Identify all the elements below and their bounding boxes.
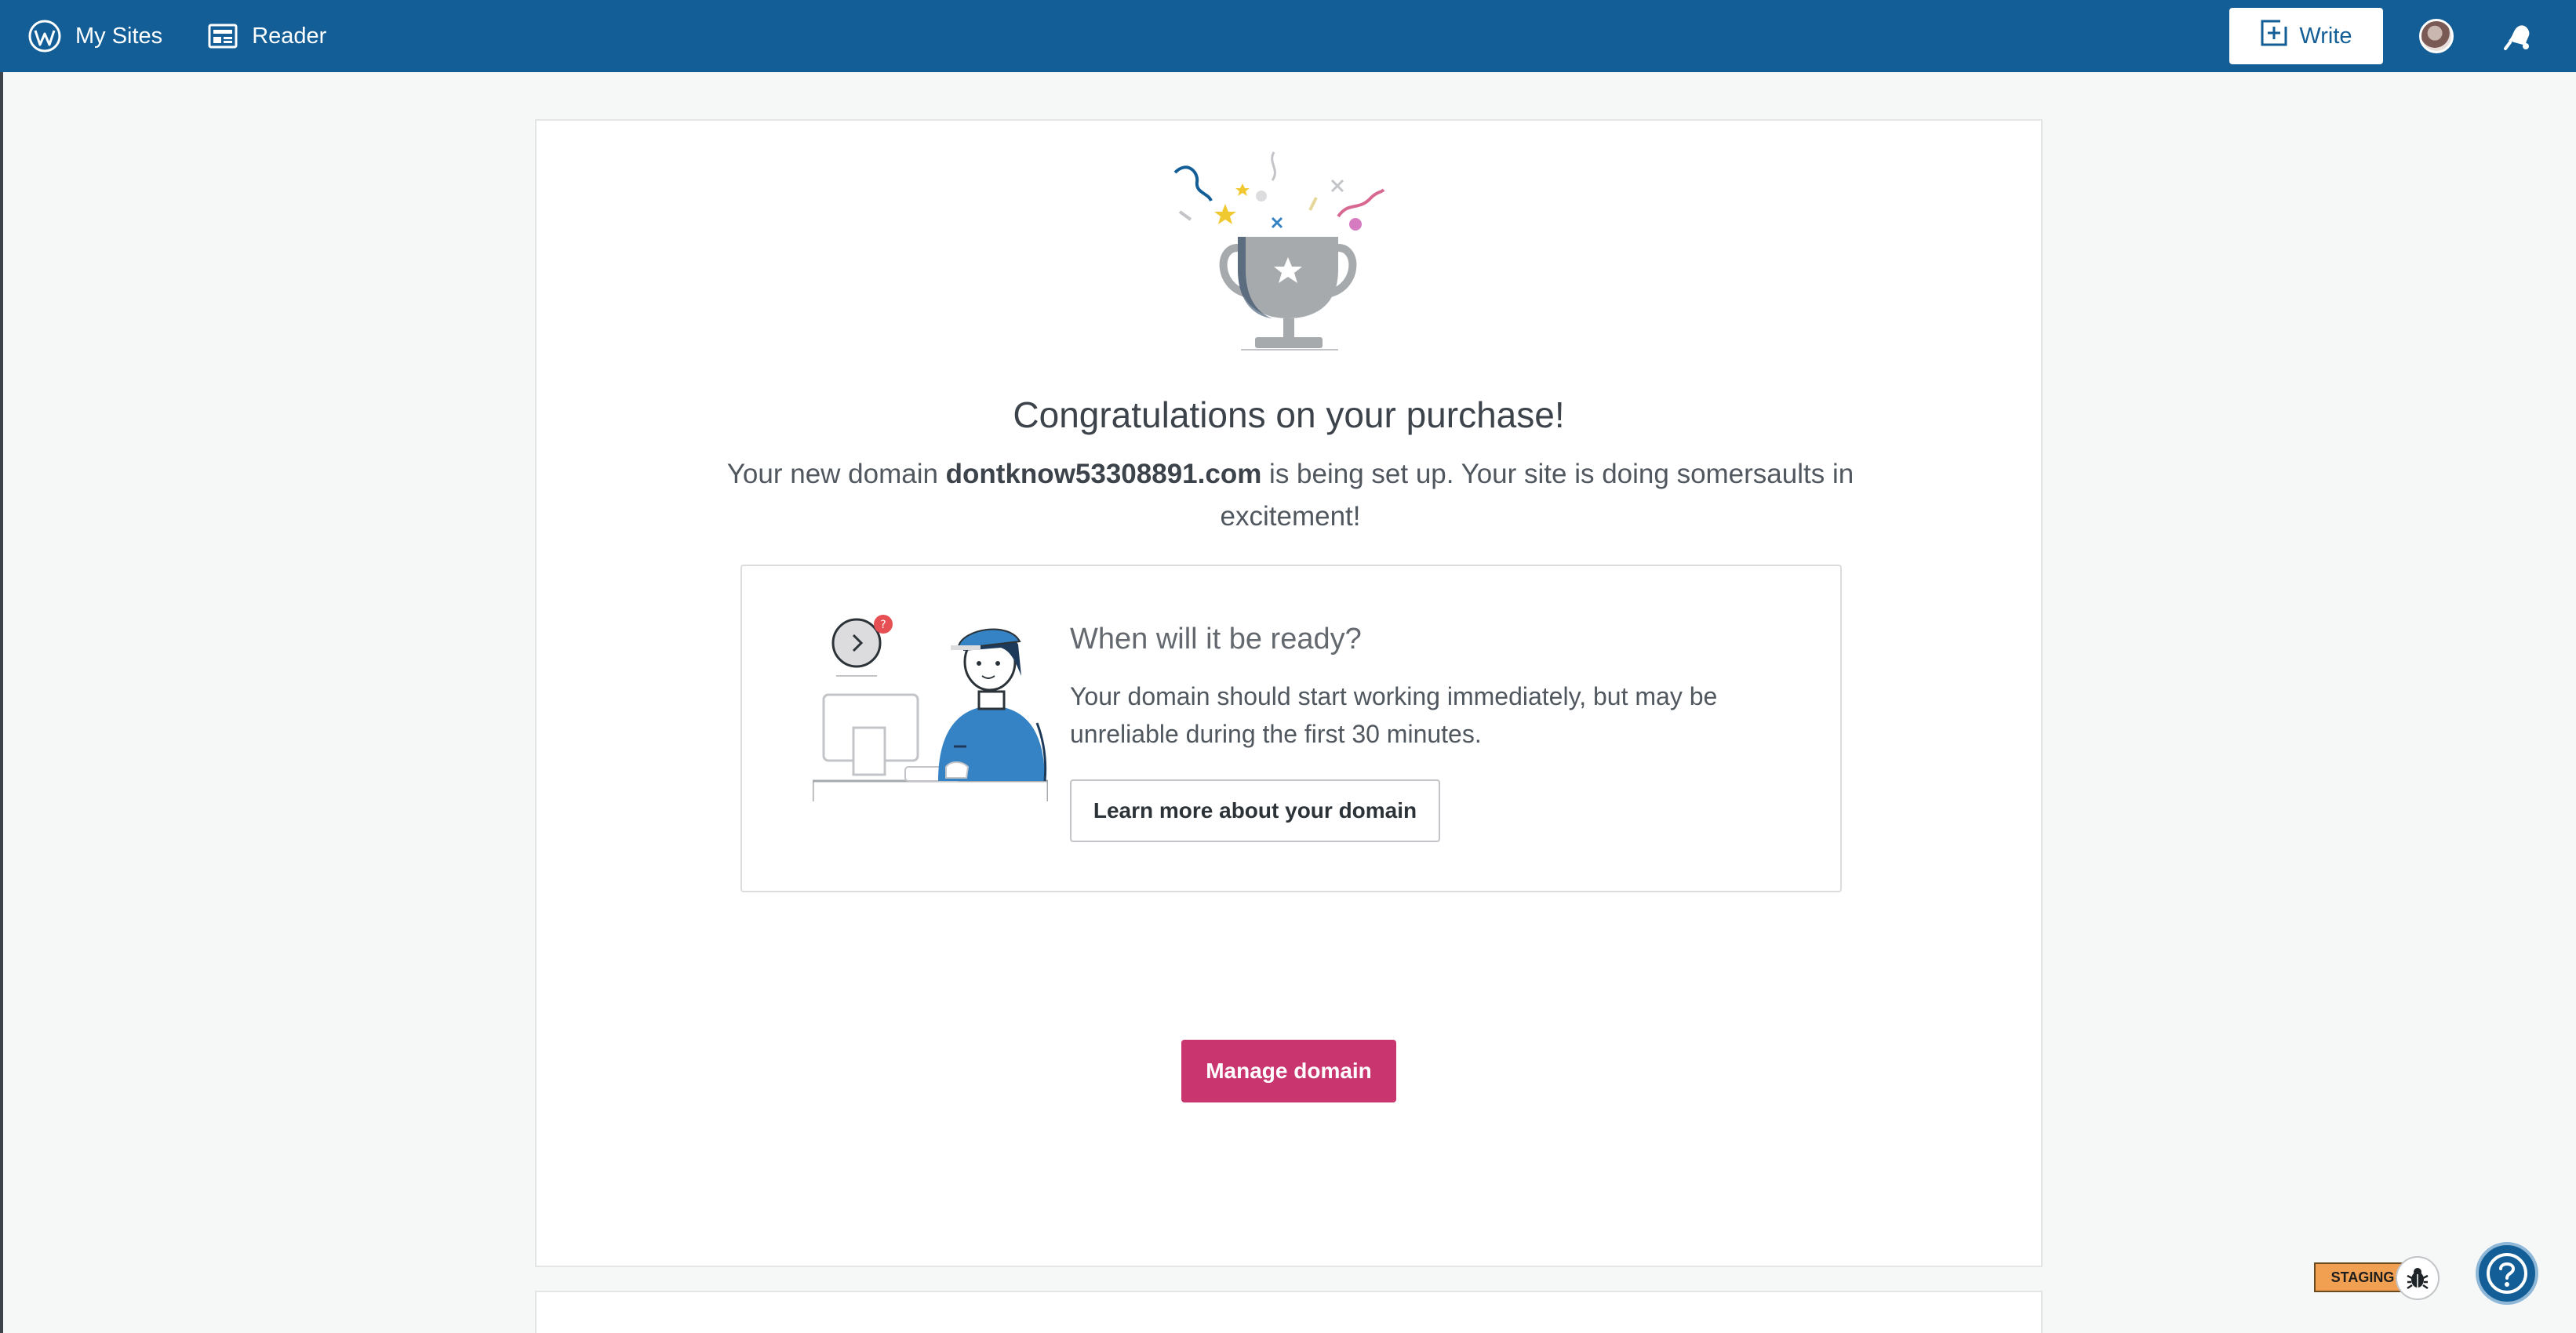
wordpress-icon: [28, 20, 61, 53]
trophy-illustration: [1173, 151, 1385, 351]
page-title: Congratulations on your purchase!: [1013, 394, 1565, 435]
purchase-subtitle: Your new domain dontknow53308891.com is …: [708, 453, 1873, 538]
bug-icon[interactable]: [2396, 1256, 2440, 1300]
learn-more-button[interactable]: Learn more about your domain: [1070, 779, 1440, 842]
window-frame-edge: [0, 72, 3, 1333]
ready-title: When will it be ready?: [1070, 623, 1362, 656]
write-button[interactable]: Write: [2229, 8, 2383, 64]
purchase-confirmation-card: Congratulations on your purchase! Your n…: [535, 119, 2043, 1267]
ready-description: Your domain should start working immedia…: [1070, 682, 1718, 748]
notifications-bell-icon[interactable]: [2502, 20, 2534, 52]
subtitle-suffix: is being set up. Your site is doing some…: [1220, 459, 1854, 532]
reader-link[interactable]: Reader: [186, 0, 350, 72]
purchased-domain: dontknow53308891.com: [945, 459, 1262, 489]
masterbar: My Sites Reader Write: [0, 0, 2576, 72]
write-icon: [2260, 19, 2288, 53]
help-icon[interactable]: [2476, 1242, 2538, 1305]
manage-domain-button[interactable]: Manage domain: [1181, 1040, 1396, 1102]
write-label: Write: [2299, 23, 2352, 49]
domain-ready-info-box: ? When will it be ready? Your domain sho…: [740, 565, 1842, 892]
reader-label: Reader: [252, 23, 327, 49]
svg-text:?: ?: [880, 619, 886, 631]
my-sites-label: My Sites: [75, 23, 163, 49]
reader-icon: [208, 24, 238, 49]
avatar[interactable]: [2419, 19, 2454, 53]
support-illustration: ?: [813, 615, 1048, 801]
my-sites-link[interactable]: My Sites: [0, 0, 186, 72]
secondary-card: [535, 1291, 2043, 1333]
subtitle-prefix: Your new domain: [726, 459, 946, 489]
